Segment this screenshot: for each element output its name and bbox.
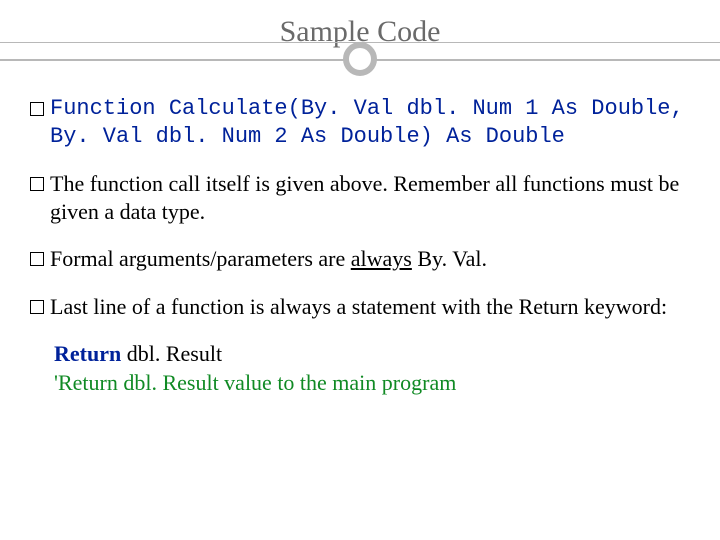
bullet-item: Last line of a function is always a stat… [30,293,690,321]
return-line: Return dbl. Result [54,340,690,369]
square-bullet-icon [30,102,44,116]
square-bullet-icon [30,177,44,191]
square-bullet-icon [30,300,44,314]
slide-body: Function Calculate(By. Val dbl. Num 1 As… [30,89,690,397]
code-text: Function Calculate(By. Val dbl. Num 1 As… [50,95,690,150]
bullet-item: The function call itself is given above.… [30,170,690,225]
title-circle-icon [343,42,377,76]
bullet-text: The function call itself is given above.… [50,170,690,225]
bullet-item: Function Calculate(By. Val dbl. Num 1 As… [30,95,690,150]
return-comment: 'Return dbl. Result value to the main pr… [54,369,690,398]
bullet-text-pre: Formal arguments/parameters are [50,246,351,271]
square-bullet-icon [30,252,44,266]
slide: Sample Code Function Calculate(By. Val d… [0,0,720,540]
bullet-item: Formal arguments/parameters are always B… [30,245,690,273]
return-keyword: Return [54,341,121,366]
bullet-text-post: By. Val. [412,246,487,271]
underlined-text: always [351,246,412,271]
title-area: Sample Code [30,15,690,61]
return-value: dbl. Result [121,341,222,366]
bullet-text: Formal arguments/parameters are always B… [50,245,487,273]
return-block: Return dbl. Result 'Return dbl. Result v… [54,340,690,397]
bullet-text: Last line of a function is always a stat… [50,293,667,321]
